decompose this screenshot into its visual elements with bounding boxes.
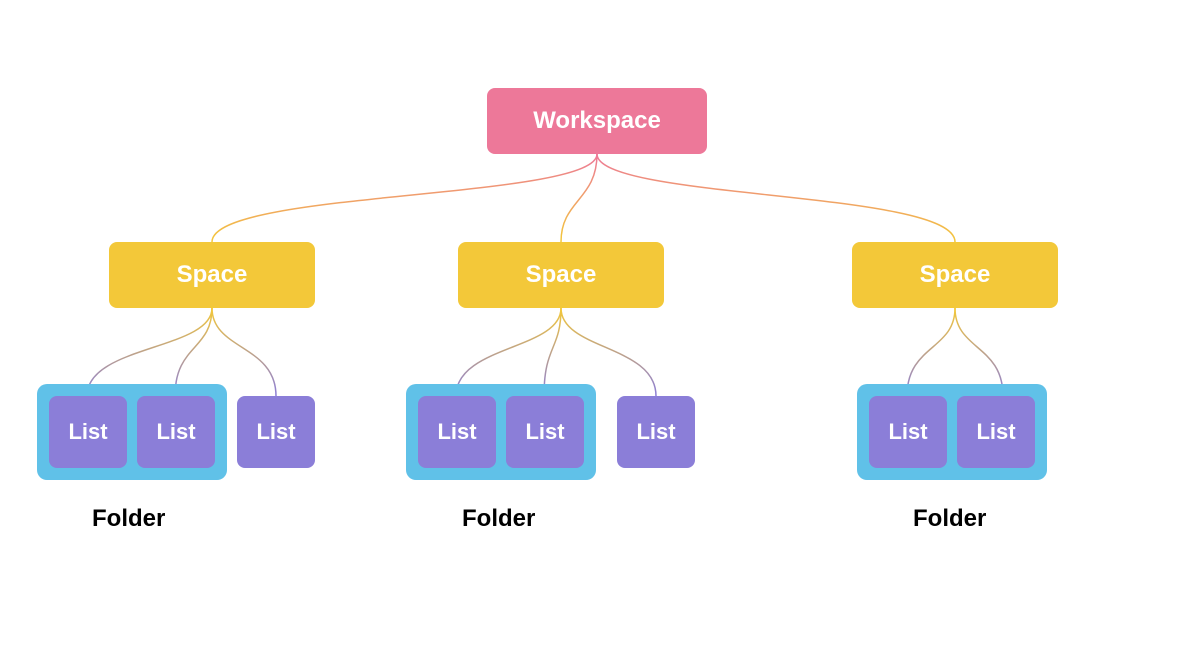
list-label: List <box>525 419 564 445</box>
list-node: List <box>137 396 215 468</box>
list-node: List <box>506 396 584 468</box>
space-label: Space <box>920 261 991 289</box>
list-node: List <box>418 396 496 468</box>
list-label: List <box>156 419 195 445</box>
list-label: List <box>256 419 295 445</box>
space-label: Space <box>526 261 597 289</box>
list-node-standalone-1: List <box>237 396 315 468</box>
list-node: List <box>49 396 127 468</box>
list-node: List <box>869 396 947 468</box>
folder-container-1: List List <box>37 384 227 480</box>
folder-container-3: List List <box>857 384 1047 480</box>
folder-label-2: Folder <box>462 505 535 533</box>
list-label: List <box>888 419 927 445</box>
list-label: List <box>437 419 476 445</box>
list-node: List <box>957 396 1035 468</box>
hierarchy-diagram: Workspace Space Space Space List List Li… <box>0 0 1194 670</box>
space-node-1: Space <box>109 242 315 308</box>
workspace-node: Workspace <box>487 88 707 154</box>
list-label: List <box>68 419 107 445</box>
folder-container-2: List List <box>406 384 596 480</box>
space-node-3: Space <box>852 242 1058 308</box>
list-label: List <box>636 419 675 445</box>
space-label: Space <box>177 261 248 289</box>
workspace-label: Workspace <box>533 107 661 135</box>
list-node-standalone-2: List <box>617 396 695 468</box>
folder-label-3: Folder <box>913 505 986 533</box>
folder-label-1: Folder <box>92 505 165 533</box>
list-label: List <box>976 419 1015 445</box>
space-node-2: Space <box>458 242 664 308</box>
